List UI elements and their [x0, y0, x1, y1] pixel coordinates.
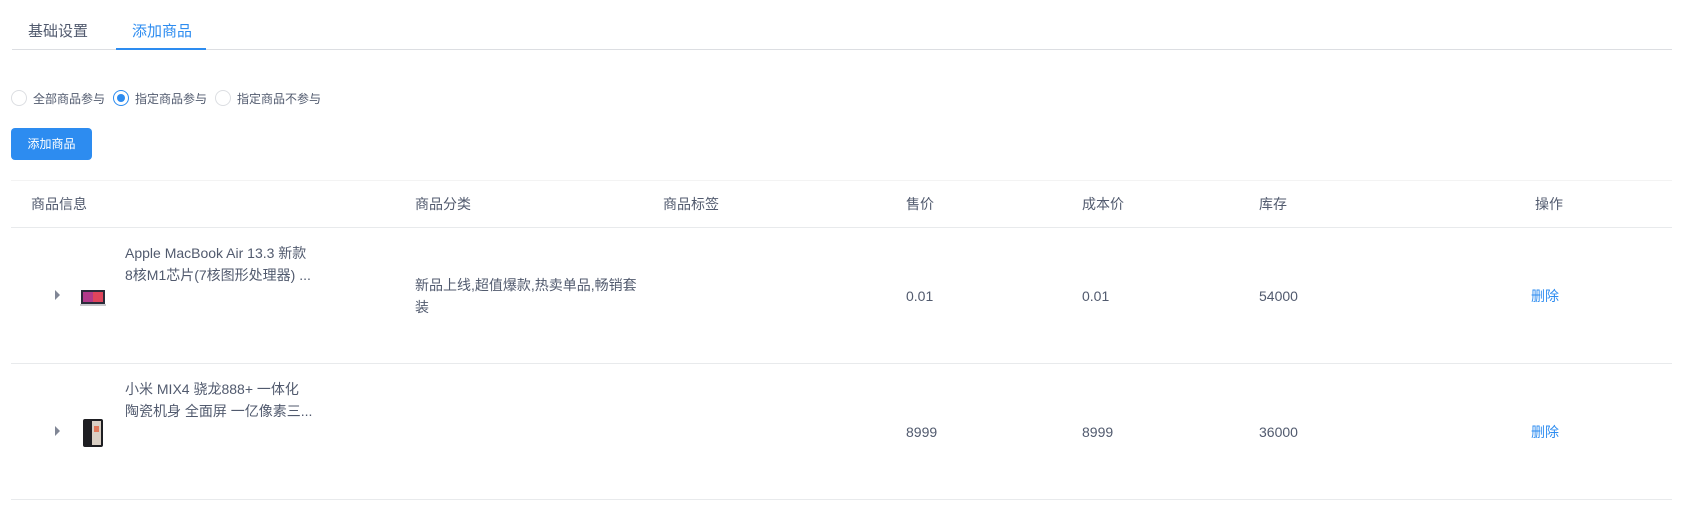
table-header: 商品信息 商品分类 商品标签 售价 成本价 库存 操作 [11, 180, 1672, 228]
header-tags: 商品标签 [663, 196, 719, 212]
expand-caret-icon[interactable] [55, 426, 60, 436]
product-stock: 54000 [1259, 288, 1298, 304]
radio-all-products[interactable]: 全部商品参与 [11, 90, 105, 107]
product-name-line2: 8核M1芯片(7核图形处理器) ... [125, 267, 311, 283]
product-name-line1: 小米 MIX4 骁龙888+ 一体化 [125, 381, 299, 397]
product-stock: 36000 [1259, 424, 1298, 440]
expand-caret-icon[interactable] [55, 290, 60, 300]
tab-bar: 基础设置 添加商品 [12, 10, 1672, 50]
phone-icon [80, 418, 106, 448]
product-name-line2: 陶瓷机身 全面屏 一亿像素三... [125, 403, 313, 419]
product-price: 0.01 [906, 288, 934, 304]
header-action: 操作 [1535, 196, 1563, 212]
header-info: 商品信息 [31, 196, 87, 212]
radio-circle[interactable] [215, 90, 232, 106]
table-row: 小米 MIX4 骁龙888+ 一体化 陶瓷机身 全面屏 一亿像素三... 899… [11, 364, 1672, 500]
product-cost: 0.01 [1082, 288, 1110, 304]
radio-circle[interactable] [113, 90, 130, 106]
product-price: 8999 [906, 424, 938, 440]
scope-radio-group: 全部商品参与 指定商品参与 指定商品不参与 [11, 88, 329, 108]
radio-circle[interactable] [11, 90, 27, 106]
table-row: Apple MacBook Air 13.3 新款 8核M1芯片(7核图形处理器… [11, 228, 1672, 364]
radio-label: 指定商品参与 [135, 91, 208, 106]
radio-selected-products[interactable]: 指定商品参与 [113, 90, 207, 107]
radio-label: 全部商品参与 [33, 91, 106, 106]
product-name: 小米 MIX4 骁龙888+ 一体化 陶瓷机身 全面屏 一亿像素三... [125, 378, 325, 422]
product-cost: 8999 [1082, 424, 1114, 440]
product-name-line1: Apple MacBook Air 13.3 新款 [125, 245, 307, 261]
delete-link[interactable]: 删除 [1531, 285, 1559, 307]
radio-excluded-products[interactable]: 指定商品不参与 [215, 90, 321, 107]
tab-add-products[interactable]: 添加商品 [132, 10, 192, 50]
product-name: Apple MacBook Air 13.3 新款 8核M1芯片(7核图形处理器… [125, 242, 325, 286]
header-stock: 库存 [1259, 196, 1287, 212]
header-price: 售价 [906, 196, 934, 212]
tab-active-indicator [116, 48, 206, 50]
product-category: 新品上线,超值爆款,热卖单品,畅销套装 [415, 277, 637, 315]
tab-basic-settings[interactable]: 基础设置 [28, 10, 88, 50]
header-category: 商品分类 [415, 196, 471, 212]
delete-link[interactable]: 删除 [1531, 421, 1559, 443]
radio-label: 指定商品不参与 [237, 91, 322, 106]
header-cost: 成本价 [1082, 196, 1124, 212]
laptop-icon [80, 288, 106, 318]
product-table: 商品信息 商品分类 商品标签 售价 成本价 库存 操作 Apple MacBoo… [11, 180, 1672, 500]
add-product-button[interactable]: 添加商品 [11, 128, 92, 160]
